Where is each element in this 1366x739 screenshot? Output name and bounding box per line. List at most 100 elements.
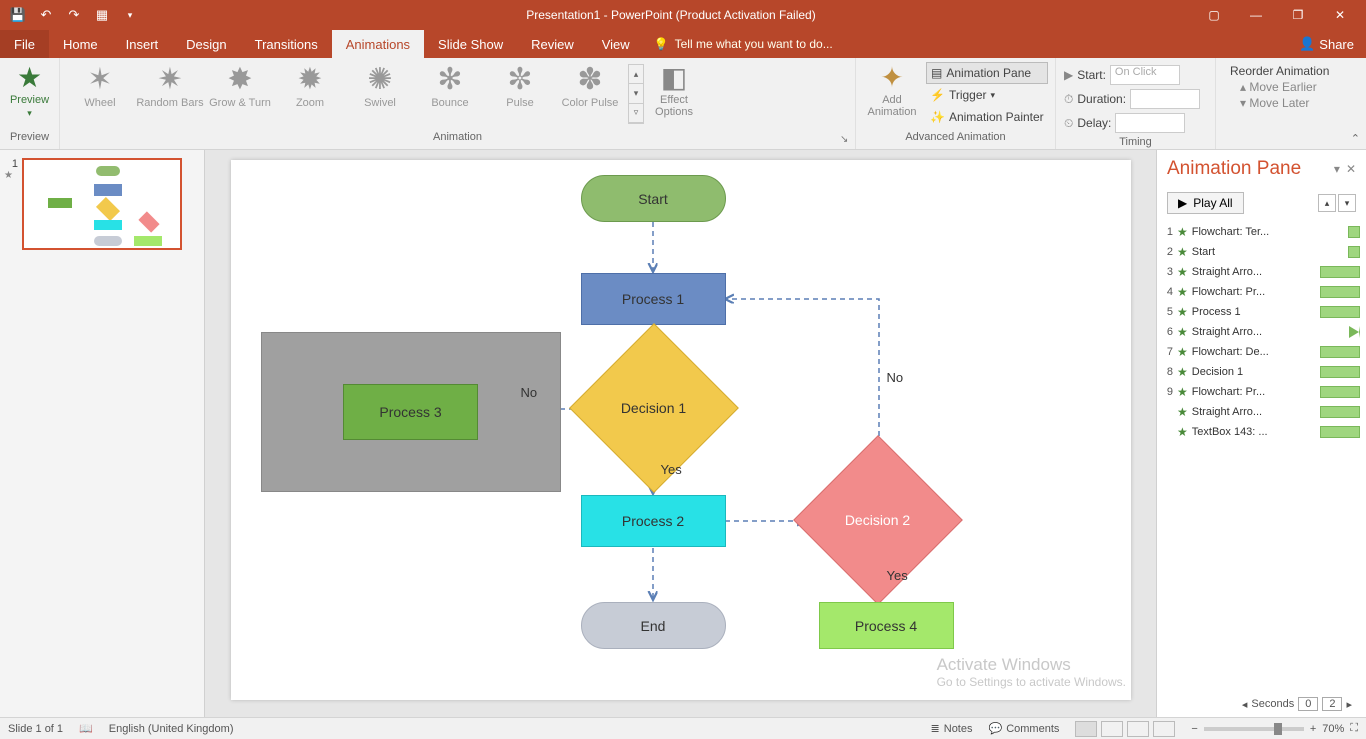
tab-file[interactable]: File: [0, 30, 49, 58]
shape-selected-group[interactable]: Process 3: [261, 332, 561, 492]
shape-process4[interactable]: Process 4: [819, 602, 954, 649]
slide-counter[interactable]: Slide 1 of 1: [8, 723, 63, 735]
qat-dropdown-icon[interactable]: ▾: [120, 5, 140, 25]
animation-item[interactable]: 4 ★ Flowchart: Pr...: [1163, 282, 1360, 302]
play-all-button[interactable]: ▶Play All: [1167, 192, 1244, 214]
slide-editor[interactable]: Start Process 1 Process 3 Decision 1 No …: [205, 150, 1156, 717]
collapse-ribbon-icon[interactable]: ⌃: [1351, 132, 1360, 145]
notes-button[interactable]: ≣Notes: [931, 722, 973, 735]
effect-options-button[interactable]: ◧ Effect Options: [644, 62, 704, 118]
zoom-level[interactable]: 70%: [1322, 723, 1344, 735]
gallery-down-icon[interactable]: ▾: [629, 84, 643, 103]
animation-item[interactable]: 1 ★ Flowchart: Ter...: [1163, 222, 1360, 242]
delay-input[interactable]: [1115, 113, 1185, 133]
slide-thumbnail-1[interactable]: [22, 158, 182, 250]
move-down-icon[interactable]: ▾: [1338, 194, 1356, 212]
shape-process3[interactable]: Process 3: [343, 384, 478, 440]
animation-item[interactable]: 3 ★ Straight Arro...: [1163, 262, 1360, 282]
zoom-out-icon[interactable]: −: [1191, 723, 1197, 735]
animation-item[interactable]: 8 ★ Decision 1: [1163, 362, 1360, 382]
gallery-wheel[interactable]: ✶Wheel: [66, 62, 134, 109]
animation-item[interactable]: 9 ★ Flowchart: Pr...: [1163, 382, 1360, 402]
preview-button[interactable]: ★ Preview ▾: [6, 62, 53, 119]
tab-design[interactable]: Design: [172, 30, 240, 58]
timing-bar: [1348, 246, 1360, 258]
normal-view-icon[interactable]: [1075, 721, 1097, 737]
pane-options-icon[interactable]: ▾: [1334, 162, 1340, 176]
shape-process2[interactable]: Process 2: [581, 495, 726, 547]
trigger-button[interactable]: ⚡ Trigger ▾: [926, 84, 1048, 106]
star-icon: ★: [1177, 345, 1188, 359]
shape-decision1[interactable]: Decision 1: [569, 358, 739, 458]
pane-close-icon[interactable]: ✕: [1346, 162, 1356, 176]
animation-item[interactable]: 2 ★ Start: [1163, 242, 1360, 262]
gallery-random-bars[interactable]: ✷Random Bars: [136, 62, 204, 109]
comments-button[interactable]: 💬Comments: [989, 722, 1060, 735]
save-icon[interactable]: 💾: [8, 5, 28, 25]
tab-slideshow[interactable]: Slide Show: [424, 30, 517, 58]
reading-view-icon[interactable]: [1127, 721, 1149, 737]
move-earlier-button[interactable]: ▴ Move Earlier: [1230, 80, 1329, 94]
decision2-label: Decision 2: [845, 512, 910, 528]
seconds-right-icon[interactable]: ▸: [1346, 698, 1352, 711]
tab-review[interactable]: Review: [517, 30, 588, 58]
tab-animations[interactable]: Animations: [332, 30, 424, 58]
group-preview-label: Preview: [0, 131, 59, 149]
ribbon: ★ Preview ▾ Preview ✶Wheel ✷Random Bars …: [0, 58, 1366, 150]
ribbon-display-options-icon[interactable]: ▢: [1194, 2, 1234, 28]
animation-dialog-launcher-icon[interactable]: ↘: [840, 134, 852, 146]
gallery-color-pulse[interactable]: ✽Color Pulse: [556, 62, 624, 109]
tab-view[interactable]: View: [588, 30, 644, 58]
delay-icon: ⏲: [1064, 116, 1073, 131]
gallery-grow-turn[interactable]: ✸Grow & Turn: [206, 62, 274, 109]
language-indicator[interactable]: English (United Kingdom): [109, 723, 234, 735]
star-icon: ★: [1177, 305, 1188, 319]
close-icon[interactable]: ✕: [1320, 2, 1360, 28]
add-animation-button[interactable]: ✦ Add Animation: [862, 62, 922, 118]
redo-icon[interactable]: ↷: [64, 5, 84, 25]
shape-decision2[interactable]: Decision 2: [793, 470, 963, 570]
shape-process1[interactable]: Process 1: [581, 273, 726, 325]
tab-home[interactable]: Home: [49, 30, 112, 58]
zoom-slider[interactable]: [1204, 727, 1304, 731]
animation-painter-button[interactable]: ✨ Animation Painter: [926, 106, 1048, 128]
spellcheck-icon[interactable]: 📖: [79, 722, 93, 735]
start-from-beginning-icon[interactable]: ▦: [92, 5, 112, 25]
restore-icon[interactable]: ❐: [1278, 2, 1318, 28]
move-later-button[interactable]: ▾ Move Later: [1230, 96, 1329, 110]
zoom-in-icon[interactable]: +: [1310, 723, 1316, 735]
sorter-view-icon[interactable]: [1101, 721, 1123, 737]
gallery-up-icon[interactable]: ▴: [629, 65, 643, 84]
star-icon: ✽: [577, 62, 602, 97]
animation-pane-button[interactable]: ▤ Animation Pane: [926, 62, 1048, 84]
tell-me-search[interactable]: 💡 Tell me what you want to do...: [644, 30, 1287, 58]
shape-start[interactable]: Start: [581, 175, 726, 222]
animation-item[interactable]: 6 ★ Straight Arro...: [1163, 322, 1360, 342]
tab-transitions[interactable]: Transitions: [241, 30, 332, 58]
slideshow-view-icon[interactable]: [1153, 721, 1175, 737]
gallery-swivel[interactable]: ✺Swivel: [346, 62, 414, 109]
animation-item[interactable]: 7 ★ Flowchart: De...: [1163, 342, 1360, 362]
tab-insert[interactable]: Insert: [112, 30, 173, 58]
move-up-icon[interactable]: ▴: [1318, 194, 1336, 212]
minimize-icon[interactable]: —: [1236, 2, 1276, 28]
share-button[interactable]: 👤 Share: [1287, 30, 1366, 58]
animation-item[interactable]: ★ Straight Arro...: [1163, 402, 1360, 422]
shape-end[interactable]: End: [581, 602, 726, 649]
seconds-left-icon[interactable]: ◂: [1242, 698, 1248, 711]
animation-item[interactable]: 5 ★ Process 1: [1163, 302, 1360, 322]
fit-to-window-icon[interactable]: ⛶: [1350, 722, 1358, 735]
gallery-more-icon[interactable]: ▿: [629, 104, 643, 123]
slide-canvas[interactable]: Start Process 1 Process 3 Decision 1 No …: [231, 160, 1131, 700]
animation-item[interactable]: ★ TextBox 143: ...: [1163, 422, 1360, 442]
duration-input[interactable]: [1130, 89, 1200, 109]
gallery-zoom[interactable]: ✹Zoom: [276, 62, 344, 109]
timing-bar: [1348, 226, 1360, 238]
animation-gallery[interactable]: ✶Wheel ✷Random Bars ✸Grow & Turn ✹Zoom ✺…: [66, 62, 644, 124]
start-select[interactable]: On Click: [1110, 65, 1180, 85]
gallery-bounce[interactable]: ✻Bounce: [416, 62, 484, 109]
gallery-pulse[interactable]: ✼Pulse: [486, 62, 554, 109]
undo-icon[interactable]: ↶: [36, 5, 56, 25]
animation-pane: Animation Pane ▾✕ ▶Play All ▴▾ 1 ★ Flowc…: [1156, 150, 1366, 717]
duration-icon: ⏱: [1064, 92, 1073, 107]
